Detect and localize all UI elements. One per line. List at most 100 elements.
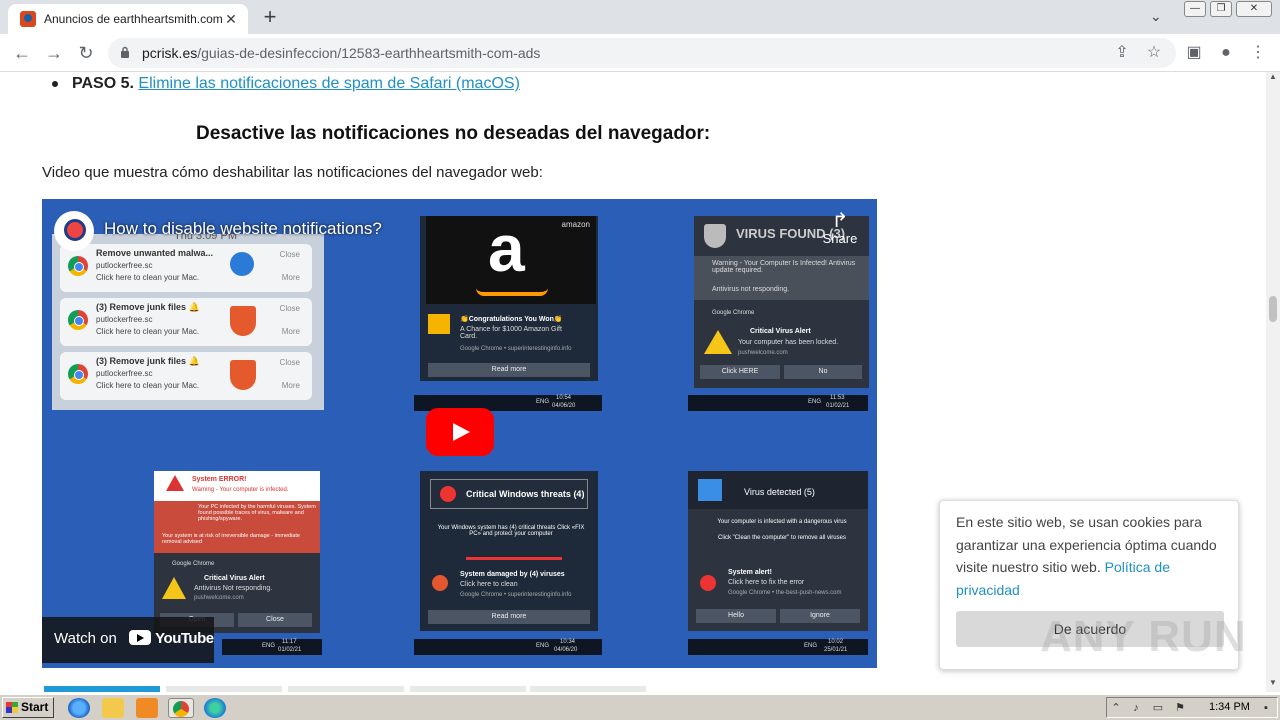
notification-close: Close bbox=[279, 358, 300, 367]
strip-date: 25/01/21 bbox=[824, 647, 848, 653]
ie-icon[interactable] bbox=[68, 698, 90, 718]
scroll-thumb[interactable] bbox=[1269, 296, 1277, 322]
share-icon[interactable]: ⇪ bbox=[1110, 41, 1134, 65]
notification-more: More bbox=[281, 273, 300, 282]
critical-threats-panel: Critical Windows threats (4) Your Window… bbox=[420, 471, 598, 631]
strip-time: 11:17 bbox=[282, 639, 297, 645]
page-scrollbar[interactable]: ▲ ▼ bbox=[1266, 72, 1280, 692]
virus-detected-body: Your computer is infected with a dangero… bbox=[717, 519, 847, 525]
minimize-button[interactable]: — bbox=[1184, 1, 1206, 17]
video-taskbar-strip: ENG 10:34 04/06/20 bbox=[414, 639, 602, 655]
lang-indicator: ENG bbox=[262, 643, 276, 649]
scroll-up-icon[interactable]: ▲ bbox=[1266, 72, 1280, 84]
notification-more: More bbox=[281, 327, 300, 336]
volume-icon[interactable]: ♪ bbox=[1129, 701, 1143, 715]
alert-desc: Antivirus Not responding. bbox=[194, 585, 273, 592]
virus-detected-title: Virus detected (5) bbox=[744, 487, 815, 497]
page-tab[interactable] bbox=[44, 686, 160, 692]
notification-desc: Click here to clean your Mac. bbox=[96, 327, 200, 336]
tab-close-icon[interactable]: ✕ bbox=[222, 11, 240, 28]
amazon-read-more: Read more bbox=[428, 363, 590, 377]
cookie-message: En este sitio web, se usan cookies para … bbox=[956, 514, 1217, 575]
share-button[interactable]: ↱ Share bbox=[812, 211, 868, 246]
share-arrow-icon: ↱ bbox=[831, 210, 849, 232]
amazon-logo-area: amazon a bbox=[426, 211, 596, 304]
page-tab[interactable] bbox=[288, 686, 404, 692]
page-content: PASO 5. Elimine las notificaciones de sp… bbox=[0, 72, 1266, 692]
bookmark-star-icon[interactable]: ☆ bbox=[1142, 41, 1166, 65]
new-tab-button[interactable]: + bbox=[258, 6, 282, 30]
chrome-icon bbox=[68, 256, 88, 276]
profile-icon[interactable]: ● bbox=[1214, 41, 1238, 65]
notification-more: More bbox=[281, 381, 300, 390]
notification-close: Close bbox=[279, 250, 300, 259]
address-bar[interactable]: pcrisk.es/guias-de-desinfeccion/12583-ea… bbox=[108, 38, 1176, 68]
system-tray: ⌃ ♪ ▭ ⚑ 1:34 PM ▪ bbox=[1106, 697, 1278, 718]
watch-on-label: Watch on bbox=[54, 630, 117, 647]
virus-detected-panel: Virus detected (5) Your computer is infe… bbox=[688, 471, 868, 631]
virus-status: Antivirus not responding. bbox=[712, 286, 790, 293]
shield-icon bbox=[230, 252, 254, 276]
system-error-risk: Your system is at risk of irreversible d… bbox=[162, 533, 300, 545]
video-player[interactable]: Thu 3:09 PM Remove unwanted malwa... put… bbox=[42, 199, 877, 668]
shield-icon bbox=[704, 224, 726, 248]
reload-button[interactable]: ↻ bbox=[74, 41, 98, 65]
menu-icon[interactable]: ⋮ bbox=[1246, 41, 1270, 65]
start-button[interactable]: Start bbox=[2, 697, 54, 718]
notification-desc: Click here to clean your Mac. bbox=[96, 381, 200, 390]
start-label: Start bbox=[21, 700, 49, 714]
page-tab[interactable] bbox=[530, 686, 646, 692]
browser-toolbar: ← → ↻ pcrisk.es/guias-de-desinfeccion/12… bbox=[0, 34, 1280, 72]
strip-date: 04/06/20 bbox=[552, 403, 576, 409]
lang-indicator: ENG bbox=[536, 643, 550, 649]
chrome-icon bbox=[173, 701, 189, 717]
tab-search-icon[interactable]: ⌄ bbox=[1150, 8, 1162, 25]
flag-icon[interactable]: ⚑ bbox=[1173, 701, 1187, 715]
chrome-taskbar-icon[interactable] bbox=[168, 698, 194, 718]
folder-icon[interactable] bbox=[102, 698, 124, 718]
forward-button[interactable]: → bbox=[42, 41, 66, 65]
watch-on-youtube-button[interactable]: Watch on YouTube bbox=[42, 617, 214, 663]
media-player-icon[interactable] bbox=[136, 698, 158, 718]
page-tab[interactable] bbox=[166, 686, 282, 692]
strip-date: 01/02/21 bbox=[826, 403, 850, 409]
tray-expand-icon[interactable]: ⌃ bbox=[1109, 701, 1123, 715]
play-button[interactable] bbox=[426, 408, 494, 456]
lock-icon[interactable] bbox=[120, 46, 130, 58]
scroll-down-icon[interactable]: ▼ bbox=[1266, 678, 1280, 690]
video-taskbar-strip: ENG 11:17 01/02/21 bbox=[222, 639, 322, 655]
strip-time: 10:02 bbox=[828, 639, 844, 645]
network-icon[interactable]: ▭ bbox=[1151, 701, 1165, 715]
page-tab[interactable] bbox=[410, 686, 526, 692]
back-button[interactable]: ← bbox=[10, 41, 34, 65]
windows-logo-icon bbox=[698, 479, 722, 501]
safari-notifications-link[interactable]: Elimine las notificaciones de spam de Sa… bbox=[138, 75, 520, 92]
amazon-notif-desc: A Chance for $1000 Amazon Gift Card. bbox=[460, 326, 562, 340]
threats-body: Your Windows system has (4) critical thr… bbox=[437, 525, 585, 537]
notification-title: (3) Remove junk files 🔔 bbox=[96, 356, 200, 366]
system-error-body: Your PC infected by the harmful viruses.… bbox=[198, 504, 316, 522]
restore-button[interactable]: ❐ bbox=[1210, 1, 1232, 17]
alert-title: System alert! bbox=[728, 569, 772, 576]
tab-title: Anuncios de earthheartsmith.com - E bbox=[44, 12, 222, 26]
side-panel-icon[interactable]: ▣ bbox=[1182, 41, 1206, 65]
anyrun-watermark: ANY RUN bbox=[1040, 612, 1247, 661]
warning-icon bbox=[162, 577, 186, 599]
os-taskbar: Start ⌃ ♪ ▭ ⚑ 1:34 PM ▪ bbox=[0, 694, 1280, 720]
alert-site: pushwelcome.com bbox=[738, 350, 788, 356]
url-path: /guias-de-desinfeccion/12583-earthhearts… bbox=[197, 45, 541, 61]
window-close-button[interactable]: ✕ bbox=[1236, 1, 1272, 17]
strip-date: 04/06/20 bbox=[554, 647, 578, 653]
strip-time: 10:54 bbox=[556, 395, 572, 401]
video-title[interactable]: How to disable website notifications? bbox=[104, 219, 382, 239]
clock[interactable]: 1:34 PM bbox=[1209, 701, 1250, 713]
alert-title: Critical Virus Alert bbox=[204, 575, 265, 582]
show-desktop-icon[interactable]: ▪ bbox=[1259, 701, 1273, 715]
alert-desc: Your computer has been locked. bbox=[738, 339, 839, 346]
browser-tab[interactable]: Anuncios de earthheartsmith.com - E ✕ bbox=[8, 4, 248, 34]
alert-site: pushwelcome.com bbox=[194, 595, 244, 601]
notification-card: Remove unwanted malwa... putlockerfree.s… bbox=[60, 244, 312, 292]
channel-logo-icon[interactable] bbox=[54, 211, 94, 251]
threats-divider bbox=[466, 557, 562, 560]
edge-icon[interactable] bbox=[204, 698, 226, 718]
